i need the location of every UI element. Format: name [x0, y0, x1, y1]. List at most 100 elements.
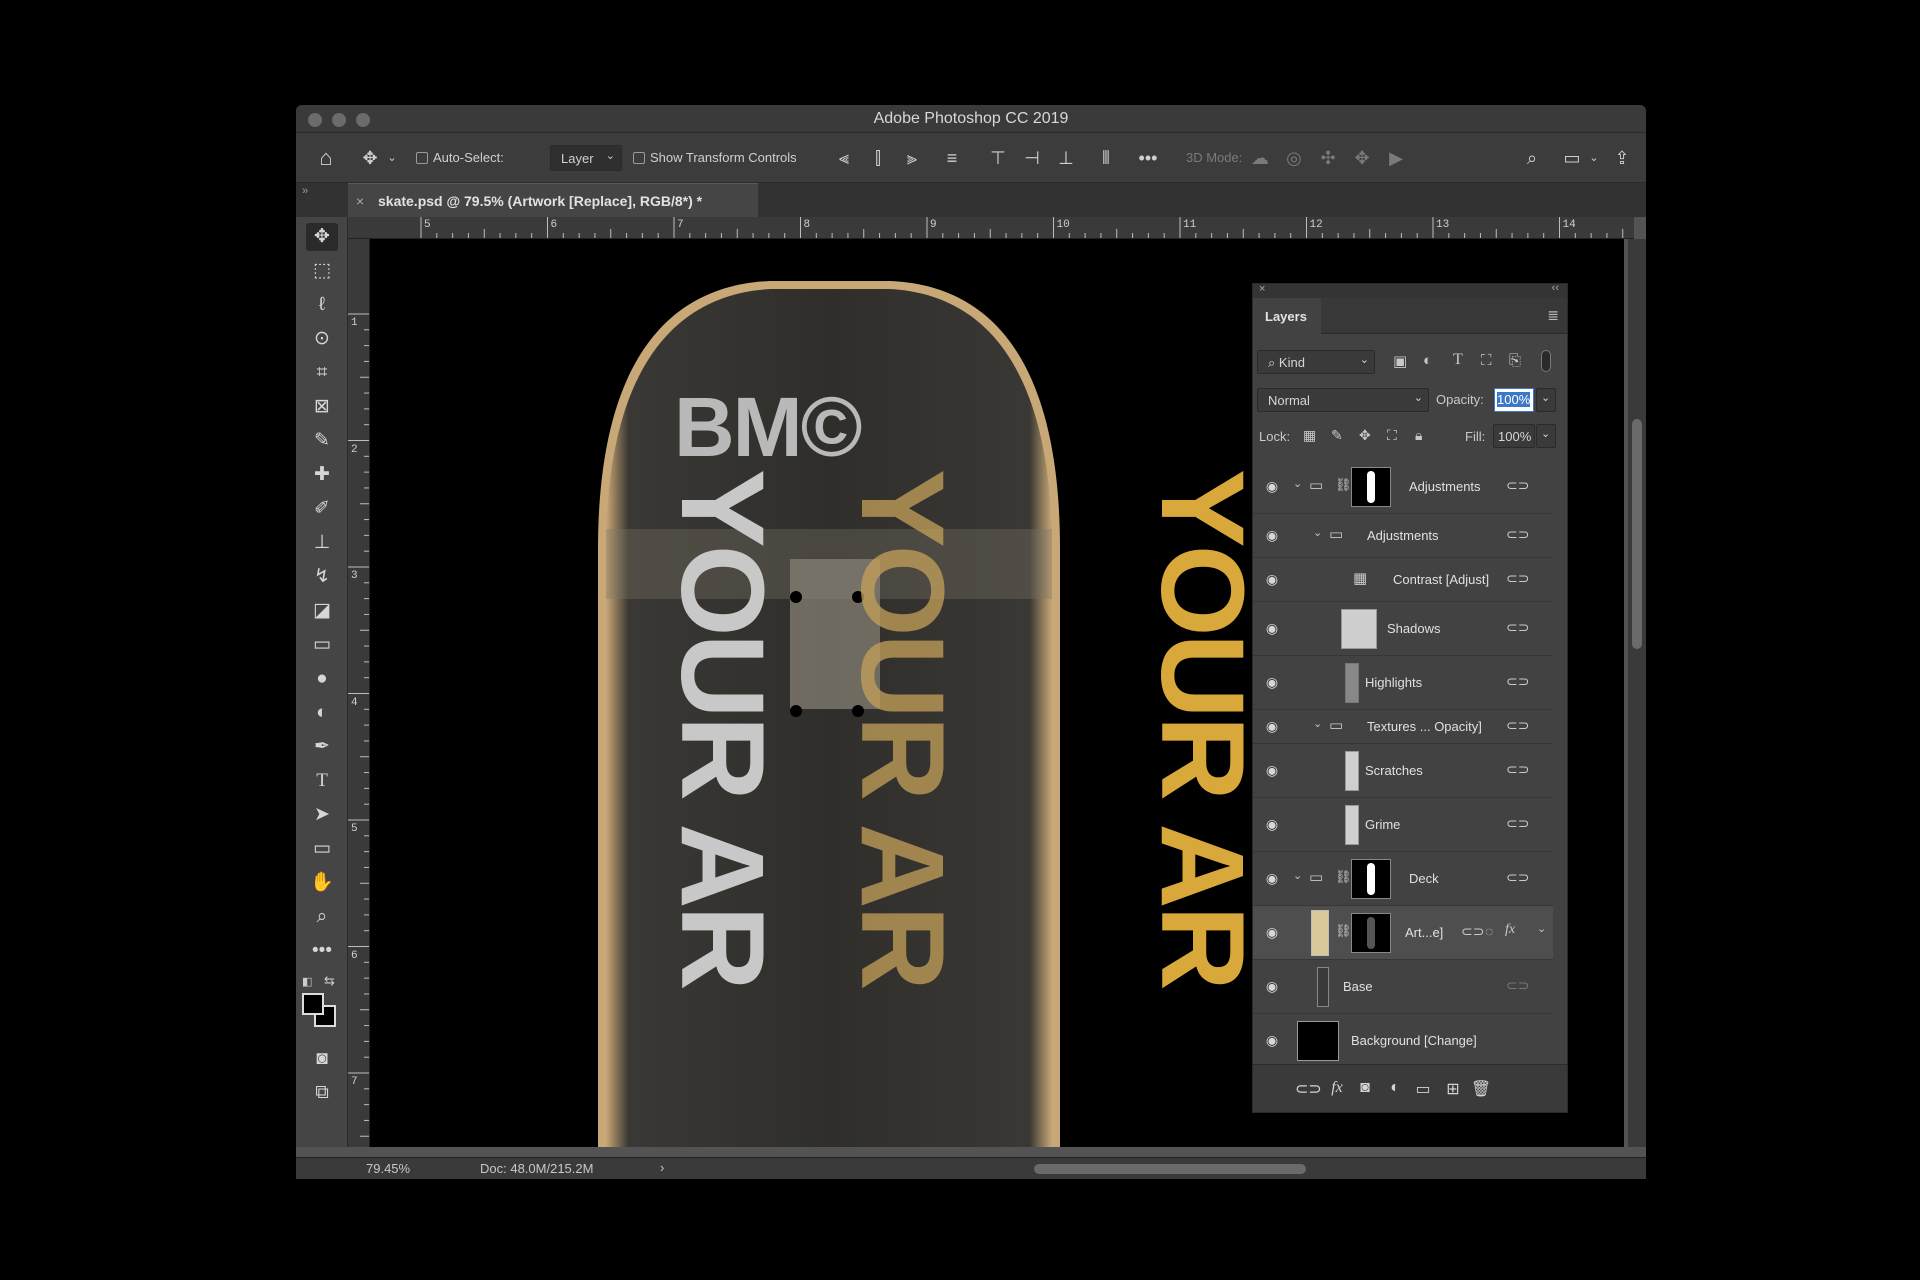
lock-artboard-icon[interactable]: ⛶: [1387, 427, 1397, 444]
eye-icon[interactable]: ◉: [1263, 816, 1281, 833]
chevron-down-icon[interactable]: ⌄: [380, 146, 404, 170]
swap-colors-icon[interactable]: ⇆: [324, 973, 335, 989]
layer-row[interactable]: ◉ ⌄ ▭ ⛓ Adjustments ⊂⊃: [1253, 460, 1553, 514]
smart-object-filter-icon[interactable]: ⎘: [1509, 352, 1521, 369]
default-colors-icon[interactable]: ◧: [302, 975, 312, 988]
trash-icon[interactable]: 🗑︎: [1469, 1079, 1493, 1099]
3d-slide-icon[interactable]: ✥: [1350, 146, 1374, 170]
new-adjustment-layer-icon[interactable]: ◐: [1383, 1079, 1407, 1097]
layer-thumbnail[interactable]: [1317, 967, 1329, 1007]
quick-selection-tool-icon[interactable]: ⊙: [306, 325, 338, 353]
layer-row[interactable]: ◉ Grime ⊂⊃: [1253, 798, 1553, 852]
layer-thumbnail[interactable]: [1345, 751, 1359, 791]
chevron-down-icon[interactable]: ⌄: [1313, 526, 1322, 539]
vertical-scrollbar[interactable]: [1628, 239, 1646, 1147]
layer-row[interactable]: ◉ ▦ Contrast [Adjust] ⊂⊃: [1253, 558, 1553, 602]
layer-thumbnail[interactable]: [1341, 609, 1377, 649]
chain-link-icon[interactable]: ⛓: [1335, 477, 1352, 493]
zoom-level[interactable]: 79.45%: [366, 1161, 410, 1176]
marquee-tool-icon[interactable]: ⬚: [306, 257, 338, 285]
layer-row[interactable]: ◉ Highlights ⊂⊃: [1253, 656, 1553, 710]
layer-mask-thumbnail[interactable]: [1351, 913, 1391, 953]
align-bottom-icon[interactable]: ⊥: [1054, 146, 1078, 170]
type-tool-icon[interactable]: T: [306, 767, 338, 795]
auto-select-checkbox[interactable]: [416, 152, 428, 164]
eye-icon[interactable]: ◉: [1263, 870, 1281, 887]
adjustment-filter-icon[interactable]: ◐: [1423, 352, 1432, 369]
lock-position-icon[interactable]: ✥: [1359, 427, 1371, 444]
more-options-icon[interactable]: •••: [1136, 146, 1160, 170]
zoom-tool-icon[interactable]: ⌕: [306, 903, 338, 931]
lasso-tool-icon[interactable]: ℓ: [306, 291, 338, 319]
close-icon[interactable]: ×: [1259, 283, 1265, 295]
pen-tool-icon[interactable]: ✒: [306, 733, 338, 761]
show-transform-controls-checkbox[interactable]: [633, 152, 645, 164]
align-vertical-center-icon[interactable]: ⊣: [1020, 146, 1044, 170]
new-group-icon[interactable]: ▭: [1411, 1079, 1435, 1099]
distribute-vertical-icon[interactable]: ⦀: [1094, 146, 1118, 170]
layer-row[interactable]: ◉ Base ⊂⊃: [1253, 960, 1553, 1014]
eyedropper-tool-icon[interactable]: ✎: [306, 427, 338, 455]
3d-pan-icon[interactable]: ✣: [1316, 146, 1340, 170]
vertical-scrollbar-thumb[interactable]: [1632, 419, 1642, 649]
horizontal-scrollbar-thumb[interactable]: [1034, 1164, 1306, 1174]
layer-row-selected[interactable]: ◉ ⛓ Art...e] ⊂⊃ ◌ fx ⌄: [1253, 906, 1553, 960]
layer-row[interactable]: ◉ ⌄ ▭ ⛓ Deck ⊂⊃: [1253, 852, 1553, 906]
layer-row[interactable]: ◉ Scratches ⊂⊃: [1253, 744, 1553, 798]
layer-row[interactable]: ◉ Shadows ⊂⊃: [1253, 602, 1553, 656]
pixel-filter-icon[interactable]: ▣: [1393, 352, 1407, 370]
dodge-tool-icon[interactable]: ◐: [306, 699, 338, 727]
layer-row[interactable]: ◉ Background [Change]: [1253, 1014, 1553, 1064]
status-menu-arrow[interactable]: ›: [660, 1160, 664, 1175]
layer-thumbnail[interactable]: [1345, 805, 1359, 845]
smart-object-thumbnail[interactable]: [1311, 910, 1329, 956]
layer-mask-thumbnail[interactable]: [1351, 467, 1391, 507]
add-layer-style-icon[interactable]: fx: [1325, 1079, 1349, 1097]
eye-icon[interactable]: ◉: [1263, 1032, 1281, 1049]
rectangle-tool-icon[interactable]: ▭: [306, 835, 338, 863]
eraser-tool-icon[interactable]: ◪: [306, 597, 338, 625]
add-mask-icon[interactable]: ◙: [1353, 1079, 1377, 1097]
frame-tool-icon[interactable]: ⊠: [306, 393, 338, 421]
blur-tool-icon[interactable]: ●: [306, 665, 338, 693]
chevron-down-icon[interactable]: ⌄: [1537, 922, 1546, 935]
3d-orbit-icon[interactable]: ☁: [1248, 146, 1272, 170]
align-horizontal-center-icon[interactable]: ⫿: [866, 146, 890, 170]
align-right-icon[interactable]: ⫸: [900, 146, 924, 170]
crop-tool-icon[interactable]: ⌗: [306, 359, 338, 387]
3d-roll-icon[interactable]: ◎: [1282, 146, 1306, 170]
close-icon[interactable]: ×: [356, 193, 364, 209]
auto-select-dropdown[interactable]: Layer ⌄: [550, 145, 622, 171]
screen-mode-icon[interactable]: ⧉: [306, 1079, 338, 1107]
move-tool-preset-icon[interactable]: ✥: [358, 146, 382, 170]
filter-toggle[interactable]: [1541, 350, 1551, 372]
distribute-icon[interactable]: ≡: [940, 146, 964, 170]
chevron-down-icon[interactable]: ⌄: [1582, 146, 1606, 170]
brush-tool-icon[interactable]: ✐: [306, 495, 338, 523]
healing-brush-tool-icon[interactable]: ✚: [306, 461, 338, 489]
eye-icon[interactable]: ◉: [1263, 762, 1281, 779]
chevron-down-icon[interactable]: ⌄: [1313, 717, 1322, 730]
opacity-slider-toggle[interactable]: ⌄: [1536, 388, 1556, 412]
history-brush-tool-icon[interactable]: ↯: [306, 563, 338, 591]
eye-icon[interactable]: ◉: [1263, 924, 1281, 941]
chain-link-icon[interactable]: ⛓: [1335, 923, 1352, 939]
search-icon[interactable]: ⌕: [1520, 146, 1544, 170]
eye-icon[interactable]: ◉: [1263, 527, 1281, 544]
lock-all-icon[interactable]: 🔒︎: [1415, 427, 1422, 444]
workspace-icon[interactable]: ▭: [1560, 146, 1584, 170]
shape-filter-icon[interactable]: ⛶: [1481, 352, 1492, 369]
quick-mask-icon[interactable]: ◙: [306, 1045, 338, 1073]
chain-link-icon[interactable]: ⛓: [1335, 869, 1352, 885]
clone-stamp-tool-icon[interactable]: ⊥: [306, 529, 338, 557]
hand-tool-icon[interactable]: ✋: [306, 869, 338, 897]
new-layer-icon[interactable]: ⊞: [1441, 1079, 1465, 1099]
share-icon[interactable]: ⇪: [1610, 146, 1634, 170]
eye-icon[interactable]: ◉: [1263, 978, 1281, 995]
fill-field[interactable]: 100%: [1493, 424, 1535, 448]
layer-effects-icon[interactable]: fx: [1505, 922, 1515, 938]
eye-icon[interactable]: ◉: [1263, 478, 1281, 495]
layer-thumbnail[interactable]: [1345, 663, 1359, 703]
expand-panels-icon[interactable]: »: [302, 185, 308, 197]
layer-thumbnail[interactable]: [1297, 1021, 1339, 1061]
